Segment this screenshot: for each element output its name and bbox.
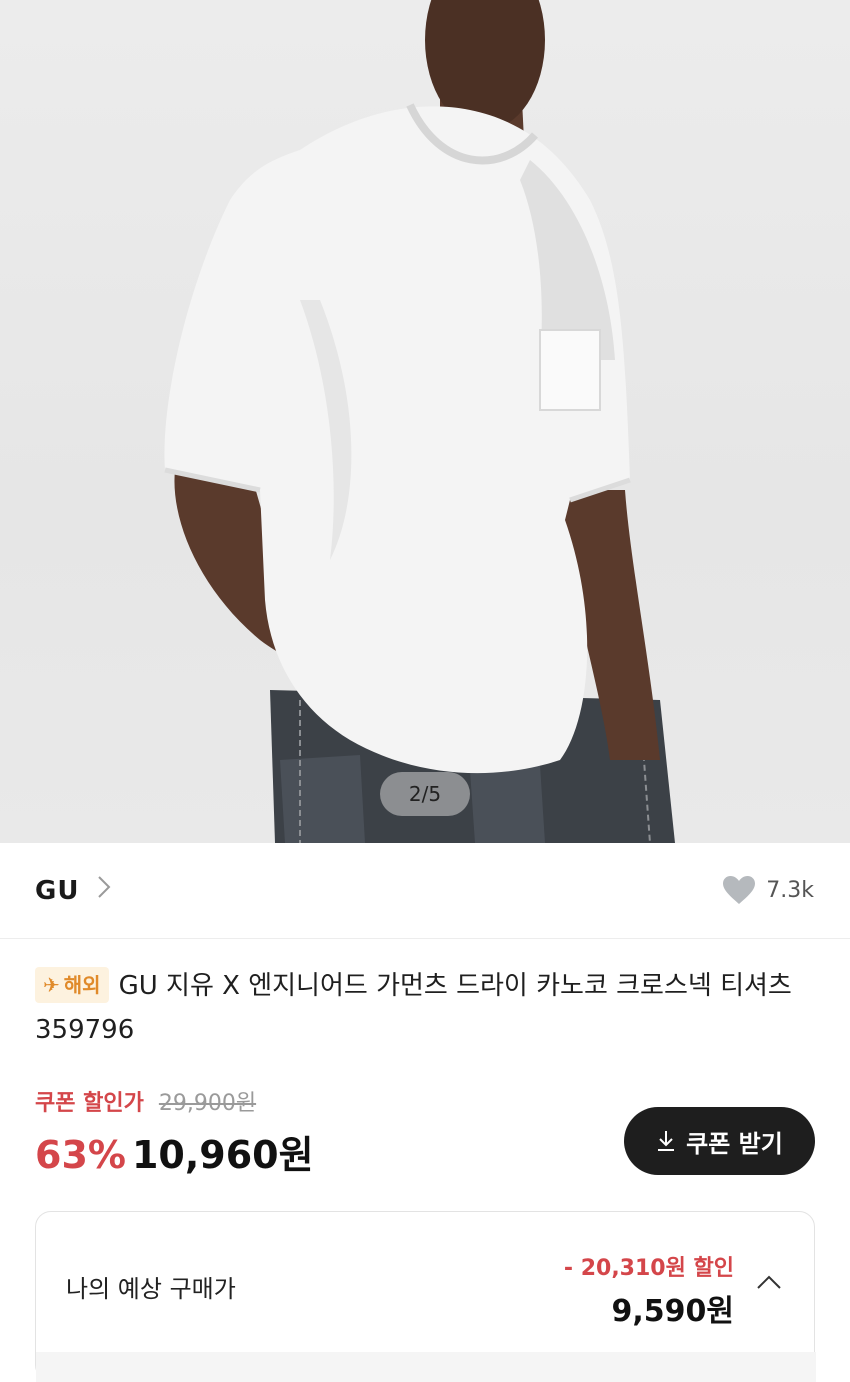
brand-name: GU — [35, 875, 80, 906]
sale-price-line: 63% 10,960원 — [35, 1124, 314, 1179]
chevron-up-icon[interactable] — [756, 1274, 782, 1290]
estimated-price: 9,590원 — [611, 1294, 735, 1329]
product-title: GU 지유 X 엔지니어드 가먼츠 드라이 카노코 크로스넥 티셔츠 35979… — [35, 971, 792, 1045]
chevron-right-icon — [97, 875, 111, 906]
discount-rate: 63% — [35, 1133, 126, 1177]
estimated-price-label: 나의 예상 구매가 — [66, 1275, 236, 1303]
estimated-price-panel[interactable]: 나의 예상 구매가 - 20,310원 할인 9,590원 — [35, 1211, 816, 1382]
overseas-badge: ✈ 해외 — [35, 967, 109, 1003]
download-icon — [656, 1130, 676, 1152]
coupon-price-line: 쿠폰 할인가 29,900원 — [35, 1085, 256, 1117]
like-button[interactable]: 7.3k — [722, 875, 814, 905]
panel-divider — [36, 1352, 816, 1382]
sale-price: 10,960원 — [131, 1133, 314, 1177]
coupon-price-label: 쿠폰 할인가 — [35, 1091, 144, 1116]
original-price: 29,900원 — [158, 1091, 257, 1116]
product-image — [164, 0, 675, 843]
plane-icon: ✈ — [43, 973, 60, 997]
image-pager-indicator: 2/5 — [380, 772, 470, 816]
estimated-discount: - 20,310원 할인 — [563, 1256, 734, 1281]
get-coupon-label: 쿠폰 받기 — [686, 1129, 783, 1158]
like-count: 7.3k — [766, 877, 814, 903]
product-title-block: ✈ 해외 GU 지유 X 엔지니어드 가먼츠 드라이 카노코 크로스넥 티셔츠 35… — [35, 964, 825, 1052]
product-image-gallery[interactable]: 2/5 — [0, 0, 850, 843]
get-coupon-button[interactable]: 쿠폰 받기 — [624, 1107, 815, 1175]
heart-icon — [723, 876, 756, 904]
brand-link[interactable]: GU — [35, 875, 111, 906]
brand-row: GU 7.3k — [0, 843, 850, 939]
